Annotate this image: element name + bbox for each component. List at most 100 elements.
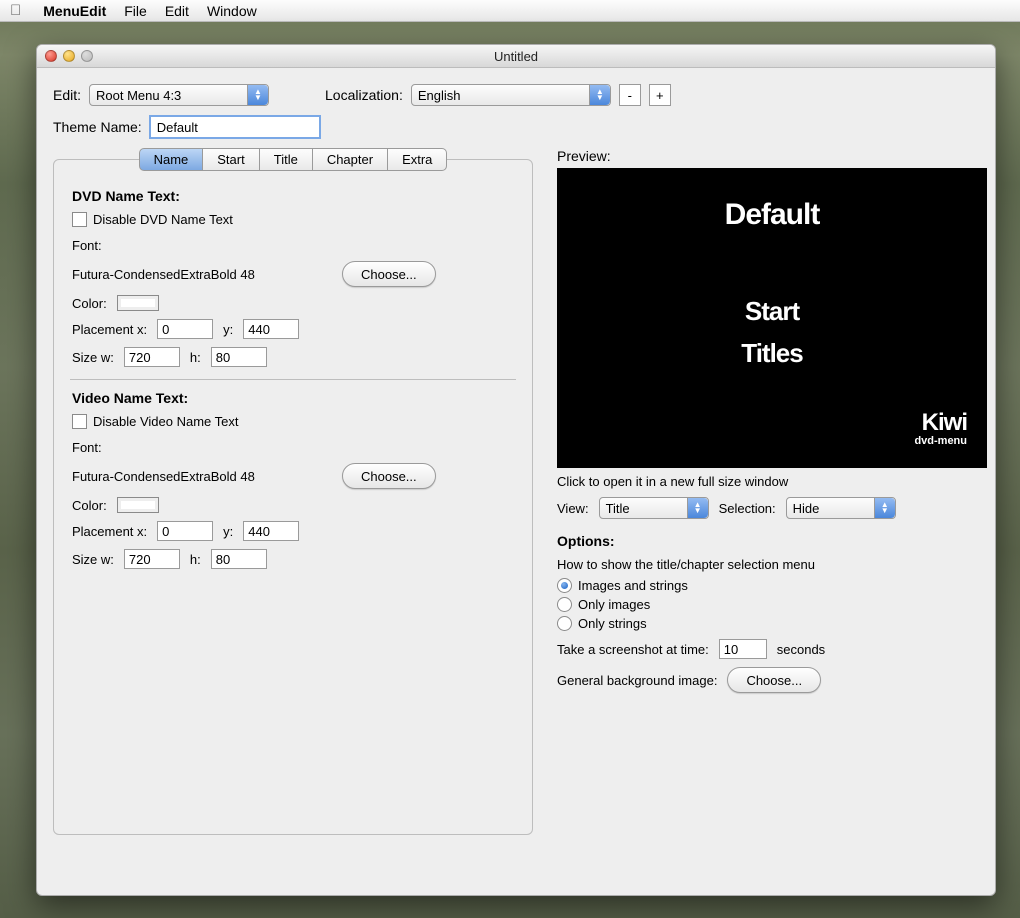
tab-name[interactable]: Name bbox=[139, 148, 204, 171]
radio-label: Only images bbox=[578, 597, 650, 612]
dvd-font-label: Font: bbox=[72, 238, 514, 253]
preview-hint: Click to open it in a new full size wind… bbox=[557, 474, 987, 489]
localization-popup-value: English bbox=[418, 88, 461, 103]
apple-menu-icon[interactable]:  bbox=[10, 2, 21, 19]
tab-start[interactable]: Start bbox=[203, 148, 259, 171]
radio-label: Only strings bbox=[578, 616, 647, 631]
stepper-arrows-icon bbox=[589, 85, 610, 105]
menubar-item-file[interactable]: File bbox=[124, 3, 147, 19]
loc-remove-button[interactable]: - bbox=[619, 84, 641, 106]
options-heading: Options: bbox=[557, 533, 987, 549]
dvd-sh-label: h: bbox=[190, 350, 201, 365]
selection-label: Selection: bbox=[719, 501, 776, 516]
dvd-color-well[interactable] bbox=[117, 295, 159, 311]
radio-icon bbox=[557, 578, 572, 593]
preview-text-default: Default bbox=[557, 198, 987, 232]
radio-images-and-strings[interactable]: Images and strings bbox=[557, 578, 987, 593]
tab-title[interactable]: Title bbox=[260, 148, 313, 171]
preview-label: Preview: bbox=[557, 148, 987, 164]
video-sw-label: Size w: bbox=[72, 552, 114, 567]
disable-dvd-name-label: Disable DVD Name Text bbox=[93, 212, 233, 227]
dvd-color-label: Color: bbox=[72, 296, 107, 311]
screenshot-time-label: Take a screenshot at time: bbox=[557, 642, 709, 657]
dvd-py-field[interactable] bbox=[243, 319, 299, 339]
dvd-sw-label: Size w: bbox=[72, 350, 114, 365]
radio-icon bbox=[557, 616, 572, 631]
video-font-value: Futura-CondensedExtraBold 48 bbox=[72, 469, 332, 484]
video-sw-field[interactable] bbox=[124, 549, 180, 569]
menubar:  MenuEdit File Edit Window bbox=[0, 0, 1020, 22]
preview-text-kiwi: Kiwi dvd-menu bbox=[914, 414, 967, 450]
video-font-choose-button[interactable]: Choose... bbox=[342, 463, 436, 489]
checkbox-icon bbox=[72, 414, 87, 429]
video-py-label: y: bbox=[223, 524, 233, 539]
theme-name-label: Theme Name: bbox=[53, 119, 142, 135]
preview-canvas[interactable]: Default Start Titles Kiwi dvd-menu bbox=[557, 168, 987, 468]
options-howto: How to show the title/chapter selection … bbox=[557, 557, 987, 572]
theme-name-field[interactable] bbox=[150, 116, 320, 138]
video-color-well[interactable] bbox=[117, 497, 159, 513]
columns: Name Start Title Chapter Extra DVD Name … bbox=[53, 148, 979, 835]
tab-group: Name Start Title Chapter Extra DVD Name … bbox=[53, 148, 533, 835]
radio-icon bbox=[557, 597, 572, 612]
selection-popup[interactable]: Hide bbox=[786, 497, 896, 519]
dvd-px-field[interactable] bbox=[157, 319, 213, 339]
video-color-label: Color: bbox=[72, 498, 107, 513]
view-label: View: bbox=[557, 501, 589, 516]
preview-text-titles: Titles bbox=[557, 338, 987, 369]
background-image-choose-button[interactable]: Choose... bbox=[727, 667, 821, 693]
menubar-item-window[interactable]: Window bbox=[207, 3, 257, 19]
radio-only-images[interactable]: Only images bbox=[557, 597, 987, 612]
video-sh-label: h: bbox=[190, 552, 201, 567]
video-px-label: Placement x: bbox=[72, 524, 147, 539]
checkbox-icon bbox=[72, 212, 87, 227]
titlebar[interactable]: Untitled bbox=[37, 45, 995, 68]
video-name-heading: Video Name Text: bbox=[72, 390, 514, 406]
video-font-label: Font: bbox=[72, 440, 514, 455]
disable-dvd-name-checkbox[interactable]: Disable DVD Name Text bbox=[72, 212, 233, 227]
name-tab-panel: DVD Name Text: Disable DVD Name Text Fon… bbox=[53, 159, 533, 835]
background-image-label: General background image: bbox=[557, 673, 717, 688]
disable-video-name-checkbox[interactable]: Disable Video Name Text bbox=[72, 414, 239, 429]
edit-popup-value: Root Menu 4:3 bbox=[96, 88, 181, 103]
dvd-name-heading: DVD Name Text: bbox=[72, 188, 514, 204]
edit-popup[interactable]: Root Menu 4:3 bbox=[89, 84, 269, 106]
selection-popup-value: Hide bbox=[793, 501, 820, 516]
stepper-arrows-icon bbox=[247, 85, 268, 105]
dvd-py-label: y: bbox=[223, 322, 233, 337]
divider bbox=[70, 379, 516, 380]
window-content: Edit: Root Menu 4:3 Localization: Englis… bbox=[37, 68, 995, 851]
stepper-arrows-icon bbox=[687, 498, 708, 518]
dvd-sh-field[interactable] bbox=[211, 347, 267, 367]
tab-chapter[interactable]: Chapter bbox=[313, 148, 388, 171]
edit-label: Edit: bbox=[53, 87, 81, 103]
video-px-field[interactable] bbox=[157, 521, 213, 541]
video-py-field[interactable] bbox=[243, 521, 299, 541]
radio-only-strings[interactable]: Only strings bbox=[557, 616, 987, 631]
loc-add-button[interactable]: + bbox=[649, 84, 671, 106]
dvd-font-value: Futura-CondensedExtraBold 48 bbox=[72, 267, 332, 282]
view-popup[interactable]: Title bbox=[599, 497, 709, 519]
dvd-font-choose-button[interactable]: Choose... bbox=[342, 261, 436, 287]
localization-label: Localization: bbox=[325, 87, 403, 103]
dvd-sw-field[interactable] bbox=[124, 347, 180, 367]
tab-extra[interactable]: Extra bbox=[388, 148, 447, 171]
right-column: Preview: Default Start Titles Kiwi dvd-m… bbox=[557, 148, 987, 701]
window: Untitled Edit: Root Menu 4:3 Localizatio… bbox=[36, 44, 996, 896]
radio-label: Images and strings bbox=[578, 578, 688, 593]
top-row-theme: Theme Name: bbox=[53, 116, 979, 138]
dvd-px-label: Placement x: bbox=[72, 322, 147, 337]
menubar-item-edit[interactable]: Edit bbox=[165, 3, 189, 19]
left-column: Name Start Title Chapter Extra DVD Name … bbox=[53, 148, 533, 835]
disable-video-name-label: Disable Video Name Text bbox=[93, 414, 239, 429]
top-row-edit-loc: Edit: Root Menu 4:3 Localization: Englis… bbox=[53, 84, 979, 106]
screenshot-time-field[interactable] bbox=[719, 639, 767, 659]
desktop:  MenuEdit File Edit Window Untitled Edi… bbox=[0, 0, 1020, 918]
preview-text-start: Start bbox=[557, 296, 987, 327]
menubar-appname[interactable]: MenuEdit bbox=[43, 3, 106, 19]
video-sh-field[interactable] bbox=[211, 549, 267, 569]
window-title: Untitled bbox=[37, 49, 995, 64]
selection-menu-radiogroup: Images and strings Only images Only stri… bbox=[557, 578, 987, 631]
localization-popup[interactable]: English bbox=[411, 84, 611, 106]
preview-kiwi-sub: dvd-menu bbox=[914, 432, 967, 450]
